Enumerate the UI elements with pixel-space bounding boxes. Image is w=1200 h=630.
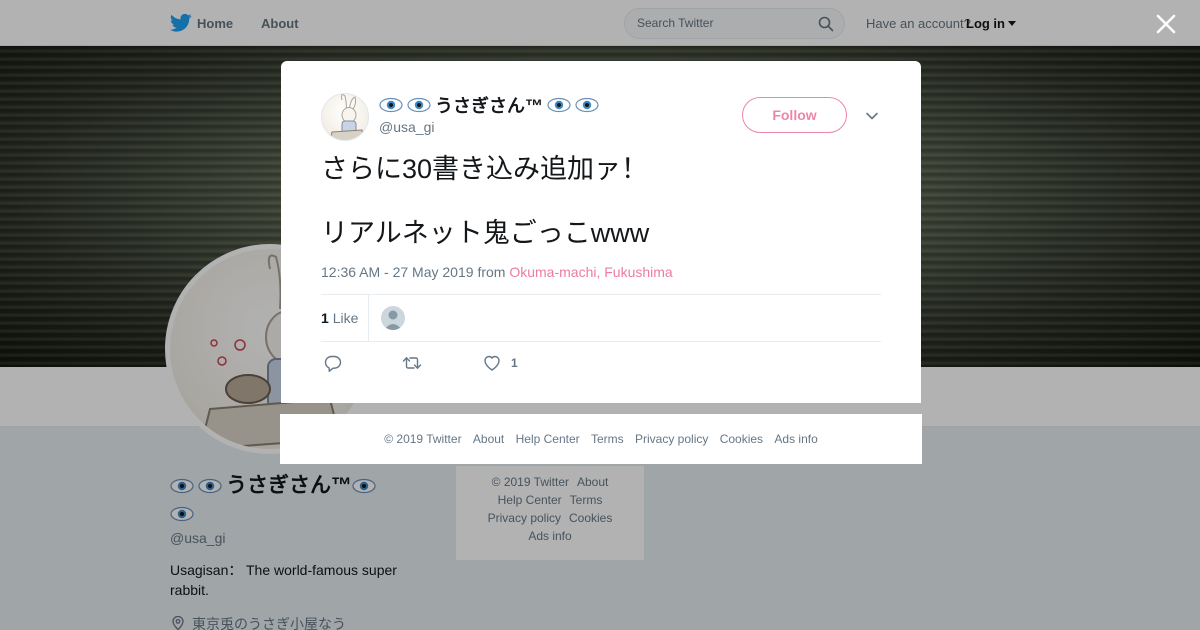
- footer-help-link[interactable]: Help Center: [516, 432, 580, 446]
- eye-icon: [547, 97, 571, 113]
- tweet-text-line: さらに30書き込み追加ァ！: [321, 154, 649, 184]
- likes-label: Like: [332, 310, 359, 326]
- reply-icon[interactable]: [323, 353, 343, 373]
- author-handle[interactable]: @usa_gi: [379, 119, 434, 135]
- liker-avatar[interactable]: [381, 306, 405, 330]
- author-name[interactable]: うさぎさん™: [379, 92, 603, 118]
- tweet-stats: 1 Like: [321, 294, 881, 342]
- tweet-text-line: リアルネット鬼ごっこwww: [321, 218, 650, 248]
- tweet-timestamp[interactable]: 12:36 AM - 27 May 2019: [321, 264, 474, 280]
- footer-about-link[interactable]: About: [473, 432, 504, 446]
- tweet-location-link[interactable]: Okuma-machi, Fukushima: [509, 264, 672, 280]
- modal-footer: © 2019 Twitter About Help Center Terms P…: [280, 414, 922, 464]
- eye-icon: [575, 97, 599, 113]
- likes-count: 1: [321, 310, 329, 326]
- tweet-actions: 1: [321, 351, 881, 375]
- footer-terms-link[interactable]: Terms: [591, 432, 624, 446]
- rabbit-avatar-image: [329, 94, 365, 140]
- likes-stat[interactable]: 1 Like: [321, 310, 358, 326]
- author-name-text: うさぎさん™: [435, 96, 543, 116]
- chevron-down-icon[interactable]: [865, 109, 879, 123]
- like-action-count: 1: [511, 356, 518, 370]
- eye-icon: [379, 97, 403, 113]
- author-avatar[interactable]: [321, 93, 369, 141]
- footer-privacy-link[interactable]: Privacy policy: [635, 432, 708, 446]
- tweet-modal: うさぎさん™ @usa_gi Follow さらに30書き込み追加ァ！ リアルネ…: [281, 61, 921, 403]
- tweet-text: さらに30書き込み追加ァ！ リアルネット鬼ごっこwww: [321, 153, 881, 281]
- follow-button[interactable]: Follow: [742, 97, 847, 133]
- stats-divider: [368, 295, 369, 341]
- eye-icon: [407, 97, 431, 113]
- retweet-icon[interactable]: [402, 353, 422, 373]
- default-user-icon: [384, 310, 402, 330]
- from-label: from: [477, 264, 506, 280]
- footer-ads-link[interactable]: Ads info: [774, 432, 817, 446]
- close-icon[interactable]: [1154, 12, 1178, 36]
- heart-icon[interactable]: [482, 353, 502, 373]
- footer-cookies-link[interactable]: Cookies: [720, 432, 763, 446]
- tweet-metadata: 12:36 AM - 27 May 2019 from Okuma-machi,…: [321, 264, 673, 280]
- footer-copyright: © 2019 Twitter: [384, 432, 462, 446]
